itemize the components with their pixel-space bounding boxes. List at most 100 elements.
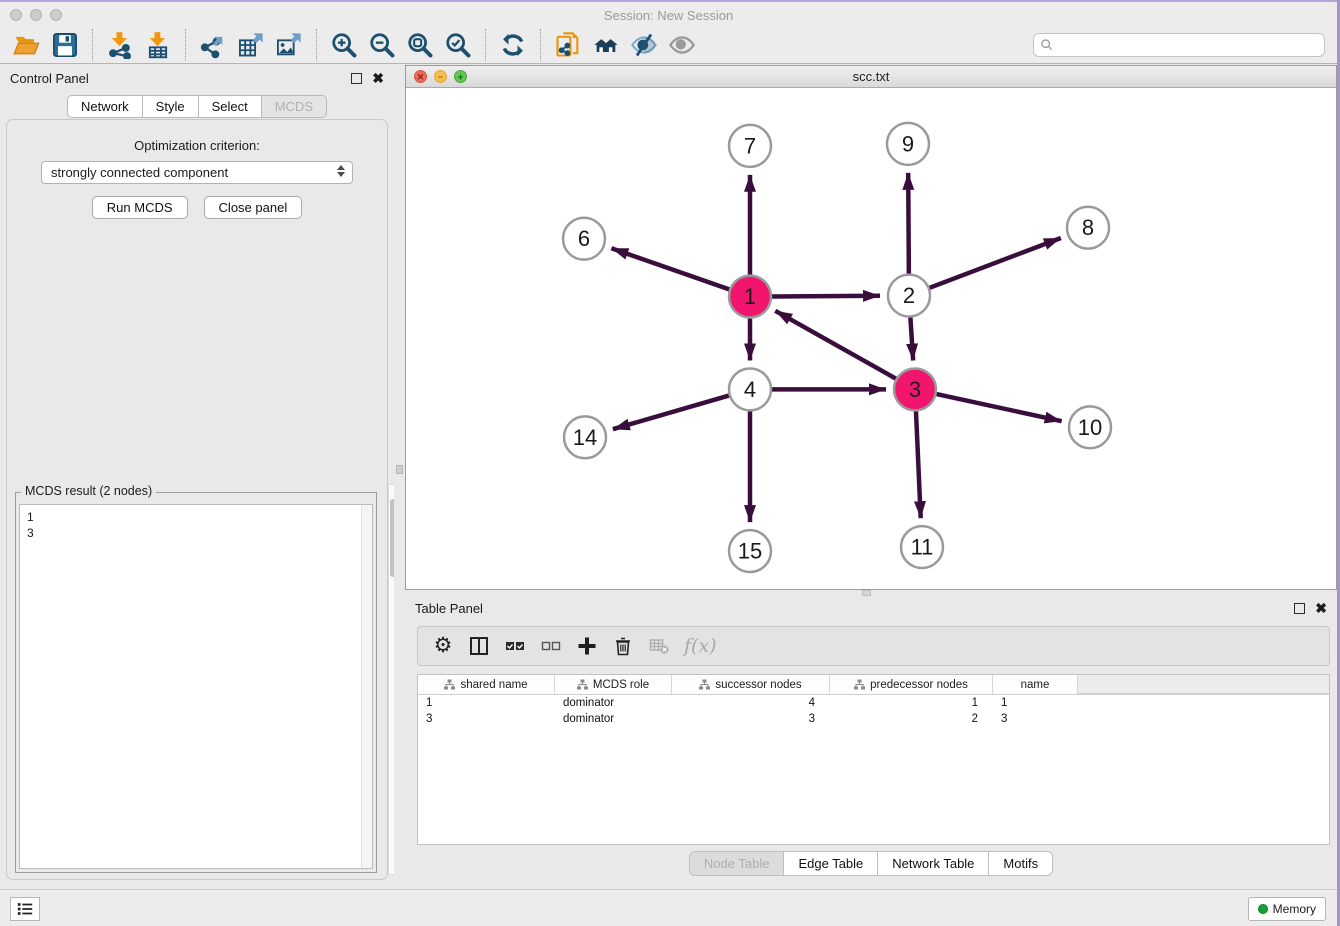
float-table-panel-icon[interactable] bbox=[1294, 603, 1305, 614]
svg-text:11: 11 bbox=[911, 535, 934, 560]
graph-node-4[interactable]: 4 bbox=[729, 368, 771, 410]
open-session-button[interactable] bbox=[8, 29, 46, 61]
control-tab-network[interactable]: Network bbox=[67, 95, 143, 118]
cell-shared-name[interactable]: 1 bbox=[418, 695, 555, 711]
table-tabs: Node TableEdge TableNetwork TableMotifs bbox=[405, 845, 1337, 888]
memory-button[interactable]: Memory bbox=[1248, 897, 1326, 921]
graph-edge-2-8[interactable] bbox=[930, 238, 1061, 288]
export-table-button[interactable] bbox=[232, 29, 270, 61]
graph-node-2[interactable]: 2 bbox=[888, 275, 930, 317]
graph-node-6[interactable]: 6 bbox=[563, 218, 605, 260]
hide-graphics-details-button[interactable] bbox=[625, 29, 663, 61]
cell-successor-nodes[interactable]: 4 bbox=[672, 695, 830, 711]
cell-successor-nodes[interactable]: 3 bbox=[672, 711, 830, 727]
float-panel-icon[interactable] bbox=[351, 73, 362, 84]
graph-node-10[interactable]: 10 bbox=[1069, 406, 1111, 448]
zoom-in-button[interactable] bbox=[325, 29, 363, 61]
control-tab-mcds[interactable]: MCDS bbox=[262, 95, 327, 118]
export-network-button[interactable] bbox=[194, 29, 232, 61]
vertical-splitter[interactable] bbox=[394, 65, 405, 888]
splitter-handle[interactable] bbox=[396, 465, 403, 474]
cell-name[interactable]: 1 bbox=[993, 695, 1078, 711]
network-window-titlebar[interactable]: ✕ − + scc.txt bbox=[406, 66, 1336, 88]
show-graphics-details-button[interactable] bbox=[663, 29, 701, 61]
memory-status-icon bbox=[1258, 904, 1268, 914]
minimize-network-icon[interactable]: − bbox=[434, 70, 447, 83]
session-title: Session: New Session bbox=[0, 8, 1337, 23]
tab-edge-table[interactable]: Edge Table bbox=[784, 851, 878, 876]
unselect-all-columns-button[interactable] bbox=[536, 631, 566, 661]
graph-edge-2-9[interactable] bbox=[908, 173, 909, 274]
save-session-button[interactable] bbox=[46, 29, 84, 61]
hide-details-eye-icon bbox=[630, 31, 658, 59]
cell-shared-name[interactable]: 3 bbox=[418, 711, 555, 727]
maximize-network-icon[interactable]: + bbox=[454, 70, 467, 83]
graph-edge-4-14[interactable] bbox=[613, 396, 729, 430]
cell-MCDS-role[interactable]: dominator bbox=[555, 695, 672, 711]
graph-edge-3-10[interactable] bbox=[936, 394, 1061, 421]
result-scrollbar[interactable] bbox=[361, 505, 372, 868]
copy-current-network-button[interactable] bbox=[549, 29, 587, 61]
graph-node-9[interactable]: 9 bbox=[887, 123, 929, 165]
table-options-button[interactable]: ⚙ bbox=[428, 631, 458, 661]
cell-MCDS-role[interactable]: dominator bbox=[555, 711, 672, 727]
graph-edge-1-6[interactable] bbox=[611, 248, 729, 289]
search-field bbox=[1033, 33, 1325, 57]
graph-node-7[interactable]: 7 bbox=[729, 125, 771, 167]
column-header-successor-nodes[interactable]: successor nodes bbox=[672, 675, 830, 694]
network-graph: 7 9 6 8 1 2 4 3 14 10 15 11 bbox=[406, 88, 1336, 589]
cell-predecessor-nodes[interactable]: 1 bbox=[830, 695, 993, 711]
table-row[interactable]: 1dominator411 bbox=[418, 695, 1329, 711]
column-header-predecessor-nodes[interactable]: predecessor nodes bbox=[830, 675, 993, 694]
control-tab-select[interactable]: Select bbox=[199, 95, 262, 118]
tab-motifs[interactable]: Motifs bbox=[989, 851, 1053, 876]
graph-edge-3-11[interactable] bbox=[916, 411, 921, 518]
create-column-button[interactable] bbox=[572, 631, 602, 661]
table-row[interactable]: 3dominator323 bbox=[418, 711, 1329, 727]
import-table-button[interactable] bbox=[139, 29, 177, 61]
cell-predecessor-nodes[interactable]: 2 bbox=[830, 711, 993, 727]
tab-node-table[interactable]: Node Table bbox=[689, 851, 785, 876]
graph-edge-1-2[interactable] bbox=[772, 296, 880, 297]
column-header-shared-name[interactable]: shared name bbox=[418, 675, 555, 694]
run-mcds-button[interactable]: Run MCDS bbox=[92, 196, 188, 219]
graph-edge-3-1[interactable] bbox=[775, 311, 896, 379]
export-image-button[interactable] bbox=[270, 29, 308, 61]
criterion-select[interactable]: strongly connected component bbox=[41, 161, 353, 184]
delete-table-button[interactable] bbox=[644, 631, 674, 661]
close-network-icon[interactable]: ✕ bbox=[414, 70, 427, 83]
svg-text:15: 15 bbox=[738, 539, 762, 564]
function-builder-button[interactable]: f(x) bbox=[680, 631, 717, 661]
cell-name[interactable]: 3 bbox=[993, 711, 1078, 727]
close-panel-icon[interactable]: ✖ bbox=[372, 73, 384, 84]
delete-column-button[interactable] bbox=[608, 631, 638, 661]
graph-node-11[interactable]: 11 bbox=[901, 526, 943, 568]
graph-node-14[interactable]: 14 bbox=[564, 416, 606, 458]
zoom-out-button[interactable] bbox=[363, 29, 401, 61]
graph-node-15[interactable]: 15 bbox=[729, 530, 771, 572]
graph-node-3[interactable]: 3 bbox=[894, 368, 936, 410]
close-panel-button[interactable]: Close panel bbox=[204, 196, 303, 219]
close-table-panel-icon[interactable]: ✖ bbox=[1315, 603, 1327, 614]
zoom-fit-button[interactable] bbox=[401, 29, 439, 61]
control-tab-style[interactable]: Style bbox=[143, 95, 199, 118]
network-canvas[interactable]: 7 9 6 8 1 2 4 3 14 10 15 11 bbox=[406, 88, 1336, 589]
import-network-button[interactable] bbox=[101, 29, 139, 61]
graph-edge-2-3[interactable] bbox=[910, 317, 913, 360]
graph-node-8[interactable]: 8 bbox=[1067, 207, 1109, 249]
column-header-MCDS-role[interactable]: MCDS role bbox=[555, 675, 672, 694]
refresh-view-button[interactable] bbox=[494, 29, 532, 61]
graph-node-1[interactable]: 1 bbox=[729, 276, 771, 318]
zoom-selected-button[interactable] bbox=[439, 29, 477, 61]
show-columns-button[interactable] bbox=[464, 631, 494, 661]
first-neighbors-button[interactable] bbox=[587, 29, 625, 61]
search-input[interactable] bbox=[1054, 35, 1324, 55]
mcds-result-textarea[interactable]: 1 3 bbox=[19, 504, 373, 869]
select-all-columns-button[interactable] bbox=[500, 631, 530, 661]
control-panel: Control Panel ✖ NetworkStyleSelectMCDS O… bbox=[0, 65, 394, 888]
gear-icon: ⚙ bbox=[434, 636, 453, 656]
column-header-name[interactable]: name bbox=[993, 675, 1078, 694]
tab-network-table[interactable]: Network Table bbox=[878, 851, 989, 876]
horizontal-splitter-handle[interactable] bbox=[862, 590, 871, 596]
task-history-button[interactable] bbox=[10, 897, 40, 921]
